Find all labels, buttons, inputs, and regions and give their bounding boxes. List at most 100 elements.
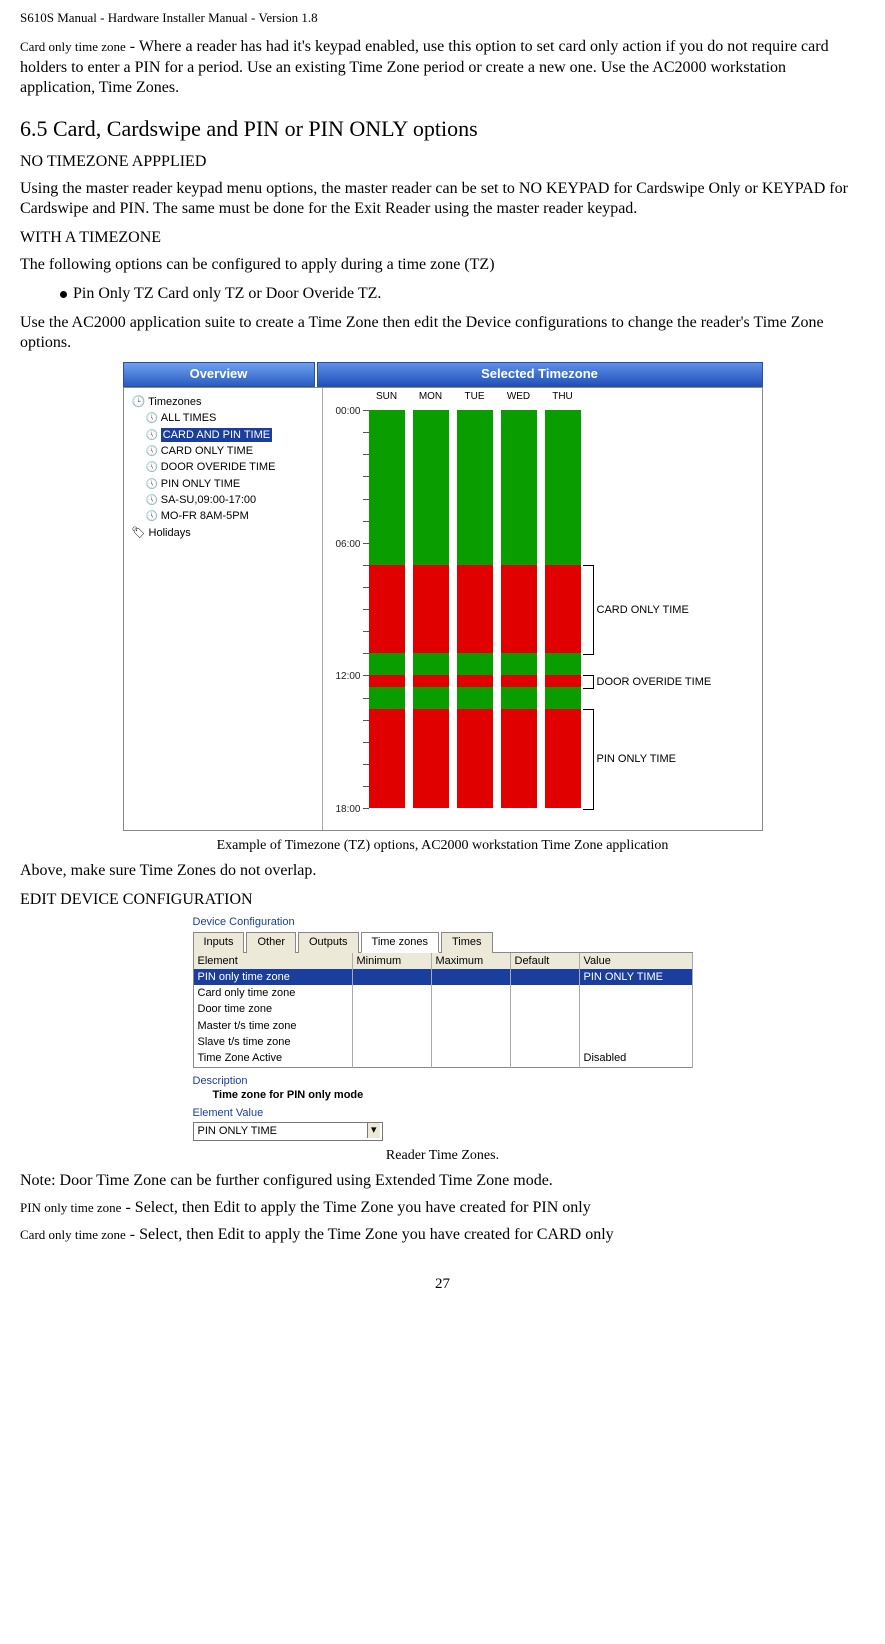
tz-segment bbox=[413, 653, 449, 675]
dc-tab[interactable]: Time zones bbox=[361, 932, 439, 952]
table-cell: Door time zone bbox=[193, 1001, 352, 1017]
tree-item[interactable]: SA-SU,09:00-17:00 bbox=[128, 492, 318, 508]
dc-tab[interactable]: Times bbox=[441, 932, 493, 952]
table-cell: PIN only time zone bbox=[193, 969, 352, 985]
table-cell bbox=[579, 1001, 692, 1017]
tz-segment bbox=[545, 565, 581, 653]
dc-tab[interactable]: Outputs bbox=[298, 932, 359, 952]
day-header: SUN bbox=[369, 390, 405, 403]
day-header: TUE bbox=[457, 390, 493, 403]
tz-segment bbox=[369, 653, 405, 675]
table-cell bbox=[431, 985, 510, 1001]
timezone-figure: Overview Selected Timezone Timezones ALL… bbox=[123, 362, 763, 831]
tz-segment bbox=[457, 565, 493, 653]
tree-item[interactable]: DOOR OVERIDE TIME bbox=[128, 459, 318, 475]
pin-only-paragraph: PIN only time zone - Select, then Edit t… bbox=[20, 1198, 865, 1219]
tz-segment bbox=[501, 410, 537, 565]
tz-segment bbox=[413, 410, 449, 565]
table-row[interactable]: Door time zone bbox=[193, 1001, 692, 1017]
tree-item[interactable]: MO-FR 8AM-5PM bbox=[128, 508, 318, 524]
card-only-label: Card only time zone bbox=[20, 39, 126, 54]
tz-segment bbox=[501, 709, 537, 809]
table-cell bbox=[352, 1018, 431, 1034]
tz-segment bbox=[501, 687, 537, 709]
dc-tab[interactable]: Other bbox=[246, 932, 296, 952]
tree-item[interactable]: CARD ONLY TIME bbox=[128, 443, 318, 459]
time-label: 00:00 bbox=[335, 405, 360, 418]
table-row[interactable]: Time Zone ActiveDisabled bbox=[193, 1050, 692, 1067]
timezone-annotations: CARD ONLY TIMEDOOR OVERIDE TIMEPIN ONLY … bbox=[581, 388, 751, 830]
device-config-figure: Device Configuration InputsOtherOutputsT… bbox=[193, 915, 693, 1141]
table-cell bbox=[579, 985, 692, 1001]
table-cell bbox=[510, 1034, 579, 1050]
tz-segment bbox=[457, 687, 493, 709]
table-cell bbox=[510, 1018, 579, 1034]
tz-segment bbox=[501, 653, 537, 675]
dc-table: ElementMinimumMaximumDefaultValue PIN on… bbox=[193, 953, 693, 1068]
tz-segment bbox=[413, 709, 449, 809]
table-cell bbox=[579, 1018, 692, 1034]
timezone-tree[interactable]: Timezones ALL TIMESCARD AND PIN TIMECARD… bbox=[124, 388, 323, 830]
dc-col-header: Default bbox=[510, 953, 579, 969]
timezone-grid: SUN MON TUE WED THU bbox=[369, 388, 581, 830]
annotation-label: DOOR OVERIDE TIME bbox=[597, 675, 712, 689]
dc-col-header: Element bbox=[193, 953, 352, 969]
tz-options-bullet: Pin Only TZ Card only TZ or Door Overide… bbox=[60, 284, 865, 305]
tz-segment bbox=[413, 687, 449, 709]
tree-holidays[interactable]: Holidays bbox=[128, 525, 318, 541]
time-label: 06:00 bbox=[335, 538, 360, 551]
table-cell bbox=[579, 1034, 692, 1050]
day-column: MON bbox=[413, 410, 449, 830]
tz-segment bbox=[545, 709, 581, 809]
above-text: Above, make sure Time Zones do not overl… bbox=[20, 861, 865, 882]
time-axis: 00:00 06:00 12:00 18:00 bbox=[323, 388, 365, 830]
dc-element-value-label: Element Value bbox=[193, 1106, 693, 1120]
table-cell bbox=[431, 1018, 510, 1034]
tz-segment bbox=[457, 653, 493, 675]
tab-overview[interactable]: Overview bbox=[123, 362, 315, 387]
table-cell bbox=[510, 969, 579, 985]
dc-col-header: Value bbox=[579, 953, 692, 969]
table-row[interactable]: PIN only time zonePIN ONLY TIME bbox=[193, 969, 692, 985]
time-label: 18:00 bbox=[335, 803, 360, 816]
with-tz-heading: WITH A TIMEZONE bbox=[20, 228, 865, 249]
tz-segment bbox=[413, 675, 449, 686]
card-only2-text: - Select, then Edit to apply the Time Zo… bbox=[126, 1226, 614, 1243]
card-only2-label: Card only time zone bbox=[20, 1227, 126, 1242]
table-cell bbox=[352, 1001, 431, 1017]
dc-element-value-select[interactable]: PIN ONLY TIME bbox=[193, 1122, 383, 1140]
tz-segment bbox=[545, 687, 581, 709]
tz-segment bbox=[369, 410, 405, 565]
table-cell bbox=[510, 985, 579, 1001]
tree-item[interactable]: PIN ONLY TIME bbox=[128, 476, 318, 492]
tree-item[interactable]: CARD AND PIN TIME bbox=[128, 427, 318, 443]
dc-header-row: ElementMinimumMaximumDefaultValue bbox=[193, 953, 692, 969]
table-row[interactable]: Card only time zone bbox=[193, 985, 692, 1001]
tz-segment bbox=[369, 565, 405, 653]
tz-segment bbox=[501, 675, 537, 686]
table-row[interactable]: Master t/s time zone bbox=[193, 1018, 692, 1034]
use-ac2000-text: Use the AC2000 application suite to crea… bbox=[20, 313, 865, 355]
tree-item[interactable]: ALL TIMES bbox=[128, 410, 318, 426]
table-row[interactable]: Slave t/s time zone bbox=[193, 1034, 692, 1050]
bullet-icon bbox=[60, 291, 67, 298]
time-label: 12:00 bbox=[335, 670, 360, 683]
table-cell bbox=[352, 1034, 431, 1050]
pin-only-text: - Select, then Edit to apply the Time Zo… bbox=[121, 1199, 590, 1216]
day-header: THU bbox=[545, 390, 581, 403]
page-number: 27 bbox=[20, 1275, 865, 1295]
tab-selected-timezone[interactable]: Selected Timezone bbox=[317, 362, 763, 387]
day-header: WED bbox=[501, 390, 537, 403]
annotation-bracket bbox=[583, 709, 594, 811]
card-only-text: - Where a reader has had it's keypad ena… bbox=[20, 38, 829, 97]
doc-header: S610S Manual - Hardware Installer Manual… bbox=[20, 10, 865, 27]
tz-segment bbox=[545, 675, 581, 686]
section-6-5-title: 6.5 Card, Cardswipe and PIN or PIN ONLY … bbox=[20, 115, 865, 144]
card-only2-paragraph: Card only time zone - Select, then Edit … bbox=[20, 1225, 865, 1246]
table-cell: Disabled bbox=[579, 1050, 692, 1067]
tz-segment bbox=[457, 709, 493, 809]
tree-root[interactable]: Timezones bbox=[128, 394, 318, 410]
table-cell bbox=[510, 1050, 579, 1067]
dc-tab[interactable]: Inputs bbox=[193, 932, 245, 952]
edit-dc-heading: EDIT DEVICE CONFIGURATION bbox=[20, 890, 865, 911]
